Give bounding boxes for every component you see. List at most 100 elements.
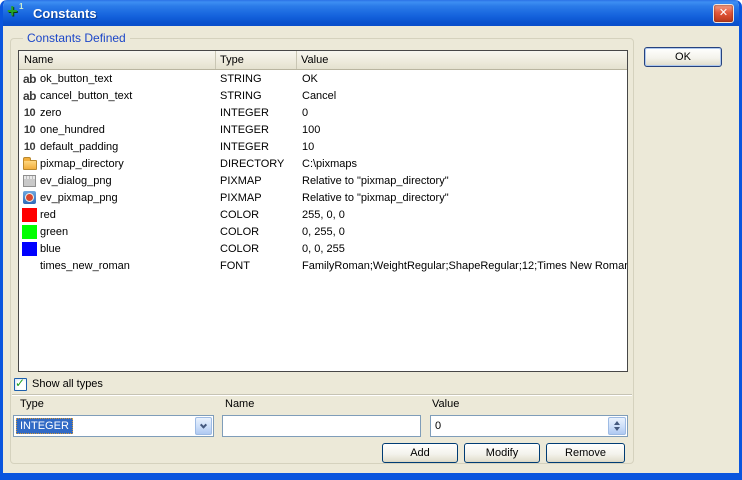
table-row[interactable]: ab cancel_button_text STRING Cancel	[19, 87, 627, 104]
cell-name: ev_pixmap_png	[19, 191, 215, 204]
constant-type: COLOR	[215, 226, 296, 238]
constant-value: Relative to "pixmap_directory"	[296, 175, 627, 187]
spin-down-icon[interactable]	[614, 427, 620, 431]
constant-name: ok_button_text	[40, 73, 112, 85]
constant-value: C:\pixmaps	[296, 158, 627, 170]
cell-name: 10 one_hundred	[19, 124, 215, 136]
cell-name: times_new_roman	[19, 259, 215, 273]
header-name[interactable]: Name	[19, 51, 215, 69]
icon-superscript: 1	[19, 2, 23, 11]
modify-button[interactable]: Modify	[464, 443, 540, 463]
table-row[interactable]: red COLOR 255, 0, 0	[19, 206, 627, 223]
constant-value: 10	[296, 141, 627, 153]
constants-list: ab ok_button_text STRING OK ab cancel_bu…	[19, 70, 627, 274]
constants-dialog: + 1 Constants ✕ OK Constants Defined Nam…	[0, 0, 742, 480]
name-field-label: Name	[225, 398, 254, 410]
integer-icon: 10	[24, 107, 35, 119]
table-row[interactable]: 10 one_hundred INTEGER 100	[19, 121, 627, 138]
string-icon: ab	[23, 72, 36, 86]
constant-type: INTEGER	[215, 124, 296, 136]
separator-line	[12, 394, 632, 396]
table-row[interactable]: pixmap_directory DIRECTORY C:\pixmaps	[19, 155, 627, 172]
dialog-icon	[23, 175, 36, 187]
cell-name: 10 default_padding	[19, 141, 215, 153]
app-icon[interactable]: + 1	[7, 4, 27, 22]
value-spinner	[608, 417, 626, 435]
table-row[interactable]: times_new_roman FONT FamilyRoman;WeightR…	[19, 257, 627, 274]
header-type[interactable]: Type	[215, 51, 296, 69]
constant-name: times_new_roman	[40, 260, 130, 272]
color-swatch-icon	[22, 208, 37, 222]
groupbox-label: Constants Defined	[23, 31, 130, 45]
green-plus-icon: +	[7, 1, 18, 22]
type-combobox-selected-text: INTEGER	[16, 418, 73, 434]
titlebar[interactable]: + 1 Constants ✕	[0, 0, 742, 26]
value-input[interactable]	[431, 416, 603, 436]
constant-type: COLOR	[215, 243, 296, 255]
constant-type: INTEGER	[215, 107, 296, 119]
show-all-types-label[interactable]: Show all types	[32, 378, 103, 390]
cell-name: ab cancel_button_text	[19, 89, 215, 103]
constant-value: 255, 0, 0	[296, 209, 627, 221]
type-combobox[interactable]: INTEGER	[13, 415, 214, 437]
constant-value: OK	[296, 73, 627, 85]
table-row[interactable]: 10 zero INTEGER 0	[19, 104, 627, 121]
constant-name: blue	[40, 243, 61, 255]
table-row[interactable]: ab ok_button_text STRING OK	[19, 70, 627, 87]
constant-name: one_hundred	[40, 124, 105, 136]
table-row[interactable]: green COLOR 0, 255, 0	[19, 223, 627, 240]
show-all-types-checkbox[interactable]: ✓	[14, 378, 27, 391]
constant-name: pixmap_directory	[40, 158, 124, 170]
name-input[interactable]	[222, 415, 421, 437]
constant-value: FamilyRoman;WeightRegular;ShapeRegular;1…	[296, 260, 627, 272]
constant-type: STRING	[215, 73, 296, 85]
constant-type: INTEGER	[215, 141, 296, 153]
window-title: Constants	[33, 6, 97, 21]
constant-type: FONT	[215, 260, 296, 272]
cell-name: ab ok_button_text	[19, 72, 215, 86]
remove-button[interactable]: Remove	[546, 443, 625, 463]
table-row[interactable]: ev_dialog_png PIXMAP Relative to "pixmap…	[19, 172, 627, 189]
pixmap-icon	[23, 191, 36, 204]
cell-name: ev_dialog_png	[19, 175, 215, 187]
checkmark-icon: ✓	[15, 376, 25, 390]
none	[22, 259, 37, 273]
spin-up-icon[interactable]	[614, 421, 620, 425]
color-swatch-icon	[22, 242, 37, 256]
header-value[interactable]: Value	[296, 51, 627, 69]
constant-value: 0, 0, 255	[296, 243, 627, 255]
folder-icon	[23, 160, 37, 170]
constants-listview[interactable]: Name Type Value ab ok_button_text STRING…	[18, 50, 628, 372]
integer-icon: 10	[24, 141, 35, 153]
constant-name: ev_pixmap_png	[40, 192, 118, 204]
constant-type: PIXMAP	[215, 192, 296, 204]
table-row[interactable]: ev_pixmap_png PIXMAP Relative to "pixmap…	[19, 189, 627, 206]
constant-value: 100	[296, 124, 627, 136]
constant-name: cancel_button_text	[40, 90, 132, 102]
type-combobox-dropdown-button[interactable]	[195, 417, 212, 435]
constant-name: zero	[40, 107, 61, 119]
close-icon: ✕	[719, 7, 728, 19]
table-row[interactable]: blue COLOR 0, 0, 255	[19, 240, 627, 257]
add-button[interactable]: Add	[382, 443, 458, 463]
client-area: OK Constants Defined Name Type Value ab …	[3, 26, 739, 473]
constant-name: green	[40, 226, 68, 238]
constant-type: DIRECTORY	[215, 158, 296, 170]
color-swatch-icon	[22, 225, 37, 239]
integer-icon: 10	[24, 124, 35, 136]
table-row[interactable]: 10 default_padding INTEGER 10	[19, 138, 627, 155]
ok-button[interactable]: OK	[644, 47, 722, 67]
type-field-label: Type	[20, 398, 44, 410]
cell-name: blue	[19, 242, 215, 256]
constant-value: Relative to "pixmap_directory"	[296, 192, 627, 204]
constant-type: PIXMAP	[215, 175, 296, 187]
cell-name: green	[19, 225, 215, 239]
list-header: Name Type Value	[19, 51, 627, 70]
constant-value: 0, 255, 0	[296, 226, 627, 238]
constant-name: ev_dialog_png	[40, 175, 112, 187]
cell-name: 10 zero	[19, 107, 215, 119]
cell-name: pixmap_directory	[19, 158, 215, 170]
cell-name: red	[19, 208, 215, 222]
close-button[interactable]: ✕	[713, 4, 734, 23]
chevron-down-icon	[200, 421, 207, 428]
